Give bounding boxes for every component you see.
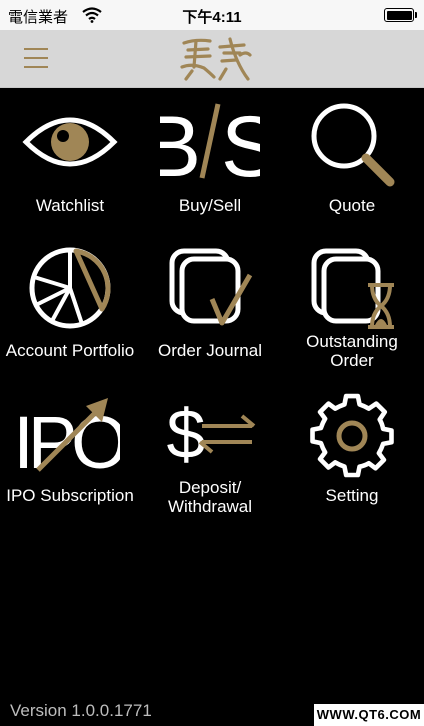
menu-item-account-portfolio[interactable]: Account Portfolio xyxy=(0,233,140,378)
status-bar: 電信業者 下午4:11 xyxy=(0,0,424,30)
pie-chart-icon xyxy=(29,247,111,329)
menu-item-label: Outstanding Order xyxy=(306,332,398,370)
menu-item-buy-sell[interactable]: B S Buy/Sell xyxy=(140,88,280,233)
gear-icon xyxy=(310,393,394,478)
menu-item-order-journal[interactable]: Order Journal xyxy=(140,233,280,378)
ipo-arrow-icon: IPO xyxy=(20,398,120,478)
battery-icon xyxy=(384,8,417,22)
menu-item-label: Quote xyxy=(328,196,376,215)
menu-item-label: IPO Subscription xyxy=(6,486,134,505)
menu-item-label: Account Portfolio xyxy=(5,341,135,360)
menu-item-label: Deposit/Withdrawal xyxy=(167,478,253,516)
menu-item-label: Order Journal xyxy=(158,341,262,360)
eye-icon xyxy=(22,117,118,167)
dollar-transfer-icon: $ xyxy=(167,395,256,473)
brand-logo xyxy=(180,37,252,81)
menu-item-label: Buy/Sell xyxy=(178,196,242,215)
menu-item-label: Watchlist xyxy=(35,196,105,215)
menu-item-watchlist[interactable]: Watchlist xyxy=(0,88,140,233)
menu-item-label: Setting xyxy=(325,486,379,505)
stacked-docs-hourglass-icon xyxy=(311,248,394,329)
menu-item-quote[interactable]: Quote xyxy=(282,88,422,233)
menu-item-deposit-withdrawal[interactable]: $ Deposit/Withdrawal xyxy=(140,378,280,523)
buy-sell-icon: B S xyxy=(160,99,260,188)
magnifier-icon xyxy=(311,103,395,187)
menu-item-setting[interactable]: Setting xyxy=(282,378,422,523)
status-time: 下午4:11 xyxy=(182,9,242,26)
menu-item-outstanding-order[interactable]: Outstanding Order xyxy=(282,233,422,378)
svg-text:$: $ xyxy=(167,395,206,473)
nav-bar xyxy=(0,30,424,88)
menu-item-ipo-subscription[interactable]: IPO IPO Subscription xyxy=(0,378,140,523)
watermark-label: WWW.QT6.COM xyxy=(314,704,424,726)
hamburger-menu-icon[interactable] xyxy=(24,48,48,70)
stacked-docs-check-icon xyxy=(169,248,253,326)
version-label: Version 1.0.0.1771 xyxy=(10,701,152,720)
